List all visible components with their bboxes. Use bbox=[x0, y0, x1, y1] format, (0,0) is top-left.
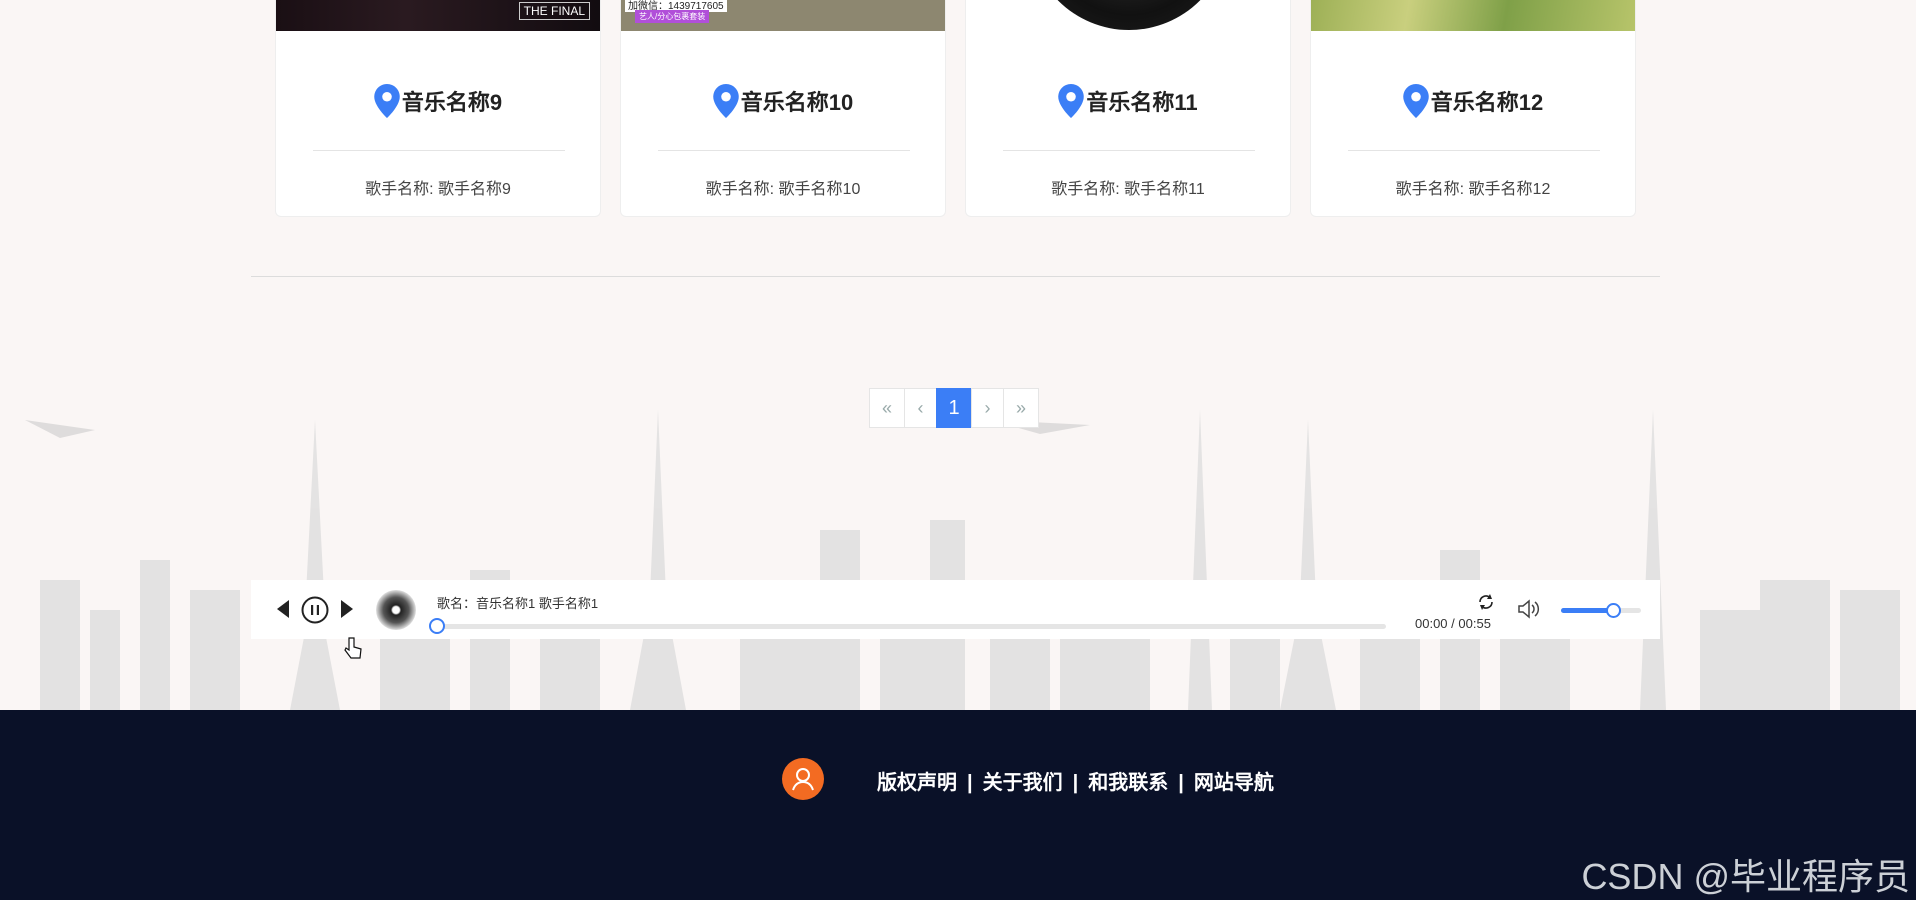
page-1-button[interactable]: 1 bbox=[936, 388, 972, 428]
singer-label: 歌手名称: bbox=[705, 181, 779, 198]
singer-name: 歌手名称12 bbox=[1468, 181, 1551, 198]
singer-line: 歌手名称: 歌手名称11 bbox=[966, 175, 1290, 199]
song-title-text: 音乐名称12 bbox=[1430, 90, 1544, 115]
time-display: 00:00 / 00:55 bbox=[1415, 616, 1491, 631]
singer-label: 歌手名称: bbox=[1051, 181, 1125, 198]
singer-name: 歌手名称10 bbox=[778, 181, 861, 198]
singer-name: 歌手名称11 bbox=[1124, 181, 1205, 198]
next-track-icon[interactable] bbox=[341, 600, 353, 618]
singer-label: 歌手名称: bbox=[365, 181, 438, 198]
watermark: CSDN @毕业程序员 bbox=[1581, 856, 1910, 897]
song-title[interactable]: 音乐名称10 bbox=[621, 84, 945, 118]
song-title[interactable]: 音乐名称11 bbox=[966, 84, 1290, 118]
next-page-button[interactable]: › bbox=[971, 388, 1004, 428]
song-title[interactable]: 音乐名称9 bbox=[276, 84, 600, 118]
singer-line: 歌手名称: 歌手名称12 bbox=[1311, 175, 1635, 199]
time-separator: / bbox=[1447, 616, 1459, 631]
footer-separator: | bbox=[967, 772, 973, 794]
song-card-9[interactable]: THE FINAL 音乐名称9 歌手名称: 歌手名称9 bbox=[275, 0, 601, 217]
singer-line: 歌手名称: 歌手名称9 bbox=[276, 175, 600, 199]
avatar[interactable] bbox=[782, 758, 824, 800]
cover-image: 加微信：1439717605 艺人/分心包裹套装 bbox=[621, 0, 945, 31]
divider bbox=[1348, 150, 1600, 151]
volume-slider[interactable] bbox=[1561, 603, 1641, 618]
pause-icon[interactable] bbox=[301, 596, 329, 624]
cover-image: THE FINAL bbox=[276, 0, 600, 31]
progress-handle[interactable] bbox=[429, 618, 445, 634]
volume-icon[interactable] bbox=[1517, 599, 1541, 619]
song-title[interactable]: 音乐名称12 bbox=[1311, 84, 1635, 118]
prev-page-button[interactable]: ‹ bbox=[904, 388, 937, 428]
cover-caption: THE FINAL bbox=[518, 2, 590, 20]
last-page-button[interactable]: » bbox=[1003, 388, 1039, 428]
cover-image bbox=[1311, 0, 1635, 31]
user-icon bbox=[792, 768, 814, 791]
location-pin-icon bbox=[713, 84, 739, 118]
footer-separator: | bbox=[1072, 772, 1079, 794]
city-skyline-background bbox=[25, 410, 1900, 710]
footer-link-copyright[interactable]: 版权声明 bbox=[877, 772, 957, 794]
current-time: 00:00 bbox=[1415, 616, 1448, 631]
duration: 00:55 bbox=[1458, 616, 1491, 631]
previous-track-icon[interactable] bbox=[277, 600, 289, 618]
footer-link-about[interactable]: 关于我们 bbox=[983, 772, 1063, 794]
cover-badge: 艺人/分心包裹套装 bbox=[635, 10, 710, 23]
progress-bar[interactable] bbox=[436, 624, 1386, 629]
section-divider bbox=[251, 276, 1660, 277]
footer-links: 版权声明 | 关于我们 | 和我联系 | 网站导航 bbox=[872, 766, 1279, 795]
singer-label: 歌手名称: bbox=[1395, 181, 1469, 198]
divider bbox=[658, 150, 910, 151]
vinyl-record bbox=[1029, 0, 1229, 30]
loop-icon[interactable] bbox=[1477, 593, 1495, 611]
song-card-11[interactable]: 音乐名称11 歌手名称: 歌手名称11 bbox=[965, 0, 1291, 217]
footer-link-contact[interactable]: 和我联系 bbox=[1088, 772, 1168, 794]
volume-handle[interactable] bbox=[1606, 603, 1621, 618]
singer-name: 歌手名称9 bbox=[438, 181, 511, 198]
divider bbox=[313, 150, 565, 151]
location-pin-icon bbox=[374, 84, 400, 118]
singer-line: 歌手名称: 歌手名称10 bbox=[621, 175, 945, 199]
song-card-12[interactable]: 音乐名称12 歌手名称: 歌手名称12 bbox=[1310, 0, 1636, 217]
divider bbox=[1003, 150, 1255, 151]
location-pin-icon bbox=[1403, 84, 1429, 118]
footer-link-sitemap[interactable]: 网站导航 bbox=[1194, 772, 1274, 794]
album-art bbox=[376, 590, 416, 630]
first-page-button[interactable]: « bbox=[869, 388, 905, 428]
cover-image bbox=[966, 0, 1290, 31]
now-playing-text: 歌名：音乐名称1 歌手名称1 bbox=[437, 596, 599, 611]
footer-separator: | bbox=[1178, 772, 1184, 794]
pagination: « ‹ 1 › » bbox=[869, 388, 1039, 428]
hand-cursor-icon bbox=[344, 637, 362, 659]
location-pin-icon bbox=[1058, 84, 1085, 118]
song-title-text: 音乐名称10 bbox=[740, 90, 854, 115]
song-title-text: 音乐名称11 bbox=[1086, 90, 1198, 115]
song-title-text: 音乐名称9 bbox=[401, 90, 503, 115]
music-player: 歌名：音乐名称1 歌手名称1 00:00 / 00:55 bbox=[251, 580, 1660, 639]
song-card-10[interactable]: 加微信：1439717605 艺人/分心包裹套装 音乐名称10 歌手名称: 歌手… bbox=[620, 0, 946, 217]
